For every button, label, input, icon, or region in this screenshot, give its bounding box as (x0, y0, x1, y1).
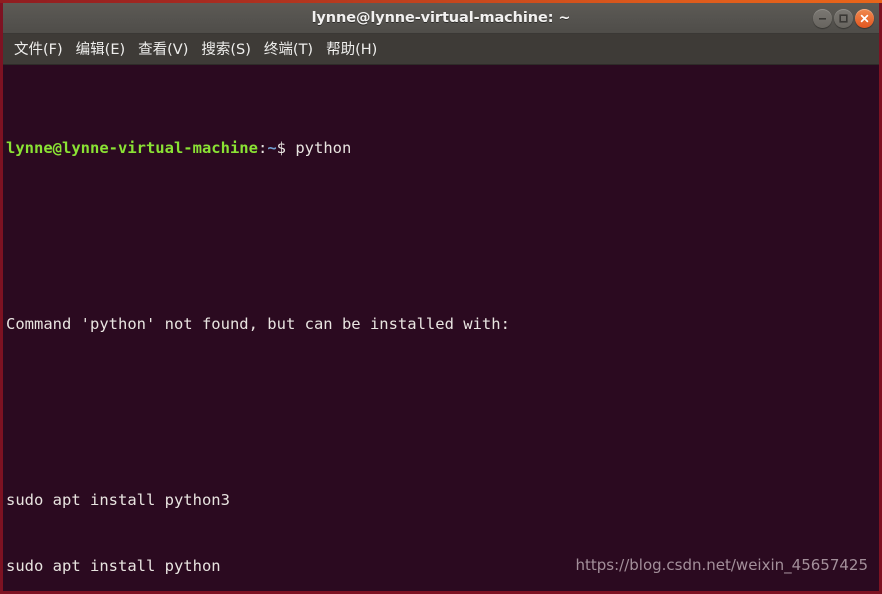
prompt-colon: : (257, 139, 268, 157)
menubar: 文件(F) 编辑(E) 查看(V) 搜索(S) 终端(T) 帮助(H) (3, 34, 879, 65)
terminal-line-prompt-1: lynne@lynne-virtual-machine:~$ python (6, 137, 879, 159)
watermark-url: https://blog.csdn.net/weixin_45657425 (575, 556, 868, 574)
terminal-window: lynne@lynne-virtual-machine: ~ 文件(F) 编辑(… (0, 3, 882, 594)
prompt-dollar: $ (276, 139, 296, 157)
prompt-path: ~ (267, 139, 277, 157)
window-title: lynne@lynne-virtual-machine: ~ (311, 10, 571, 26)
maximize-button[interactable] (834, 8, 853, 28)
screen: lynne@lynne-virtual-machine: ~ 文件(F) 编辑(… (0, 0, 882, 594)
prompt-user-host: lynne@lynne-virtual-machine (6, 139, 258, 157)
menu-item-edit[interactable]: 编辑(E) (70, 36, 131, 62)
window-titlebar[interactable]: lynne@lynne-virtual-machine: ~ (3, 3, 879, 34)
minimize-icon (817, 13, 828, 24)
menu-item-help[interactable]: 帮助(H) (320, 36, 383, 62)
minimize-button[interactable] (813, 8, 832, 28)
menu-item-view[interactable]: 查看(V) (132, 36, 194, 62)
terminal-line-apt-python3: sudo apt install python3 (6, 491, 230, 509)
maximize-icon (838, 13, 849, 24)
menu-item-terminal[interactable]: 终端(T) (258, 36, 319, 62)
terminal-output-area[interactable]: lynne@lynne-virtual-machine:~$ python Co… (3, 65, 879, 591)
menu-item-file[interactable]: 文件(F) (8, 36, 69, 62)
close-button[interactable] (855, 8, 874, 28)
typed-command-python: python (295, 139, 352, 157)
terminal-line-not-found: Command 'python' not found, but can be i… (6, 315, 510, 333)
menu-item-search[interactable]: 搜索(S) (195, 36, 257, 62)
close-icon (859, 13, 870, 24)
window-controls (813, 3, 874, 33)
